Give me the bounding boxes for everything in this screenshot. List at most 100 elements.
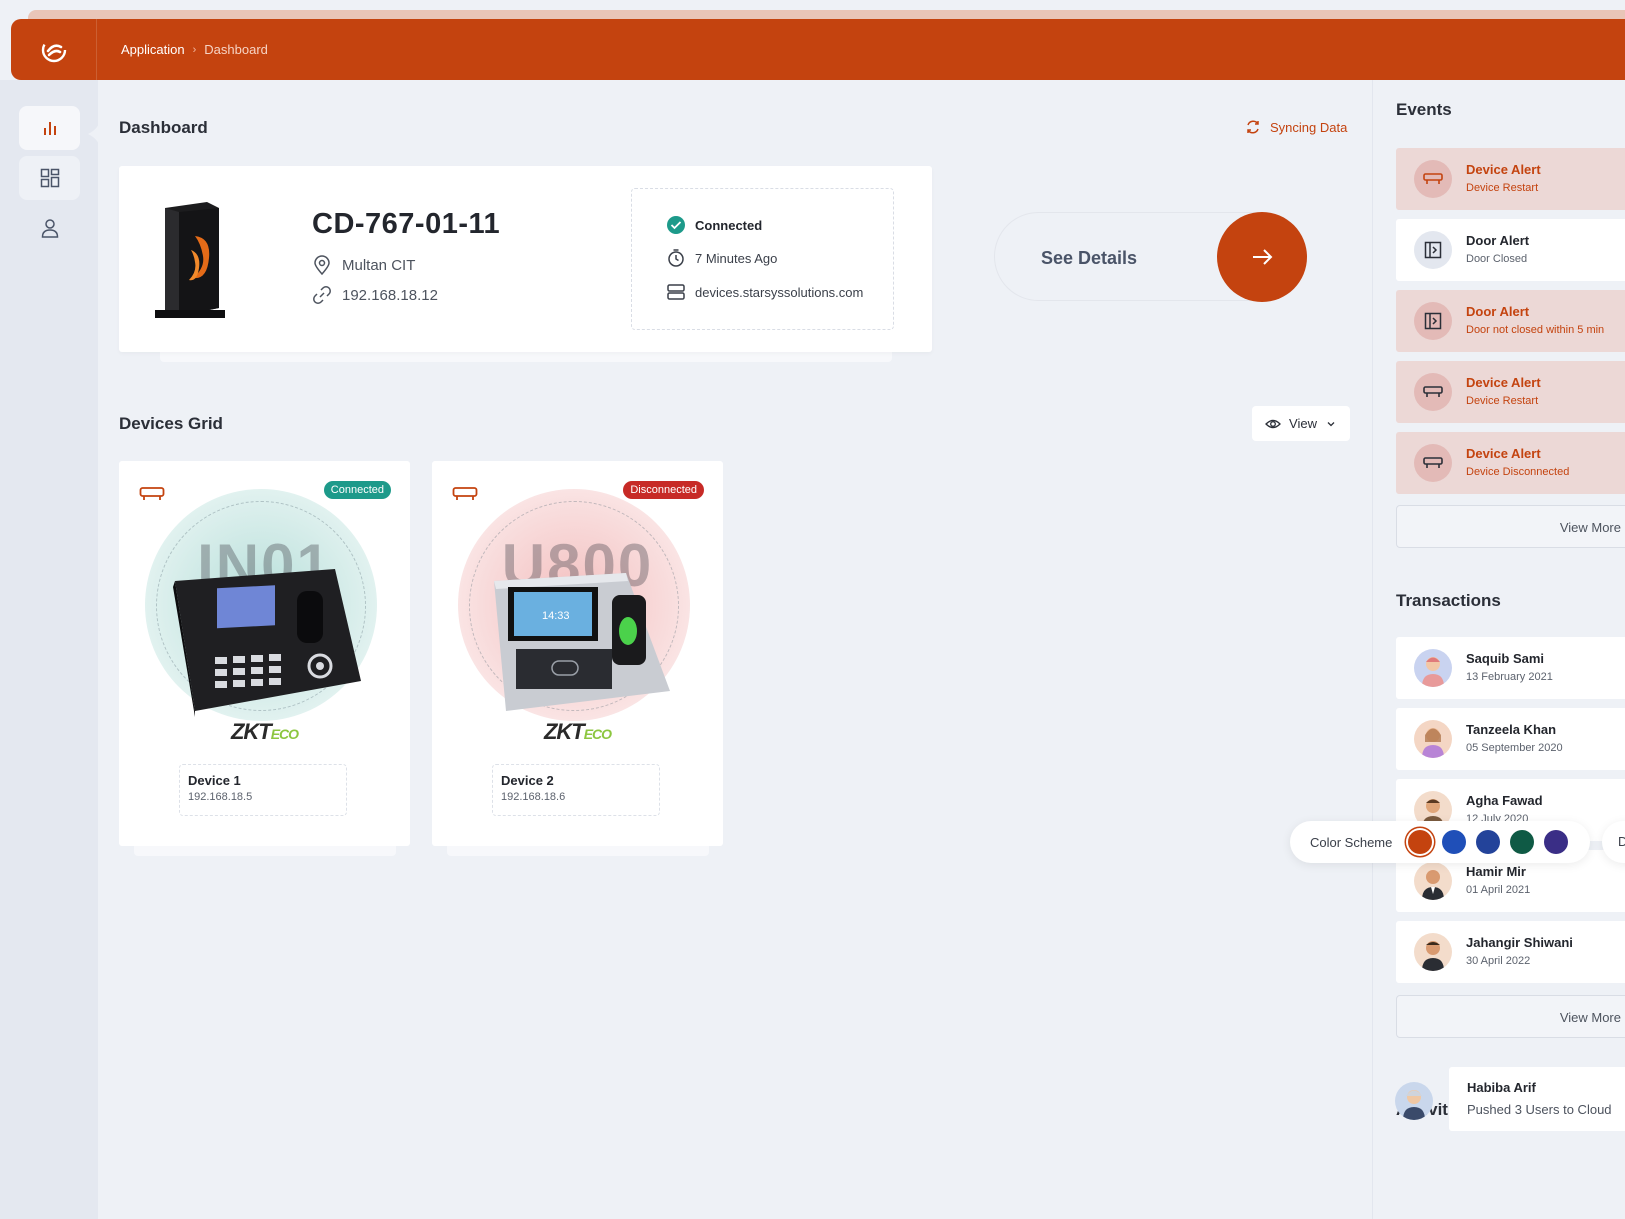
terminal-image	[165, 561, 365, 721]
top-bar: Application › Dashboard	[11, 19, 1625, 80]
avatar	[1395, 1082, 1433, 1120]
color-swatch-indigo[interactable]	[1544, 830, 1568, 854]
device-ip-label: 192.168.18.12	[342, 287, 438, 304]
server-icon	[666, 282, 686, 302]
event-title: Device Alert	[1466, 375, 1541, 390]
link-icon	[312, 285, 332, 305]
transaction-date: 01 April 2021	[1466, 884, 1530, 896]
event-subtitle: Device Restart	[1466, 182, 1538, 194]
brand-suffix: ECO	[584, 726, 611, 742]
color-swatch-blue[interactable]	[1442, 830, 1466, 854]
eye-icon	[1265, 416, 1281, 432]
activity-item[interactable]: Habiba Arif Pushed 3 Users to Cloud	[1449, 1067, 1625, 1131]
transactions-view-more-button[interactable]: View More	[1396, 995, 1625, 1038]
event-title: Door Alert	[1466, 304, 1529, 319]
device-card-shadow	[160, 352, 892, 362]
event-title: Device Alert	[1466, 446, 1541, 461]
event-item[interactable]: Device Alert Device Restart	[1396, 148, 1625, 210]
view-more-label: View More	[1560, 520, 1621, 535]
tile-shadow	[447, 846, 709, 856]
brand-suffix: ECO	[271, 726, 298, 742]
device-icon	[1414, 373, 1452, 411]
event-subtitle: Device Restart	[1466, 395, 1538, 407]
event-subtitle: Device Disconnected	[1466, 466, 1569, 478]
sidebar-item-grid[interactable]	[19, 156, 80, 200]
avatar	[1414, 720, 1452, 758]
brand-name: ZKT	[231, 719, 271, 744]
transaction-date: 30 April 2022	[1466, 955, 1530, 967]
status-badge: Connected	[324, 481, 391, 499]
bar-chart-icon	[41, 119, 59, 137]
user-icon	[41, 218, 59, 238]
events-view-more-button[interactable]: View More	[1396, 505, 1625, 548]
event-subtitle: Door Closed	[1466, 253, 1527, 265]
device-ip: 192.168.18.5	[188, 791, 338, 803]
device-ip: 192.168.18.12	[312, 285, 438, 305]
device-summary-card: CD-767-01-11 Multan CIT 192.168.18.12 Co…	[119, 166, 932, 352]
event-subtitle: Door not closed within 5 min	[1466, 324, 1604, 336]
extra-toggle-label: D	[1618, 834, 1625, 849]
device-image	[151, 198, 233, 324]
event-item[interactable]: Door Alert Door Closed	[1396, 219, 1625, 281]
brand-logo: ZKTECO	[432, 719, 723, 745]
right-panel: Events Device Alert Device Restart Door …	[1372, 80, 1625, 1219]
event-title: Device Alert	[1466, 162, 1541, 177]
device-icon	[1414, 444, 1452, 482]
device-icon	[139, 486, 165, 502]
color-scheme-label: Color Scheme	[1310, 835, 1392, 850]
event-item[interactable]: Door Alert Door not closed within 5 min	[1396, 290, 1625, 352]
color-swatch-green[interactable]	[1510, 830, 1534, 854]
sidebar-item-users[interactable]	[19, 206, 80, 250]
device-status-box: Connected 7 Minutes Ago devices.starsyss…	[631, 188, 894, 330]
view-dropdown[interactable]: View	[1252, 406, 1350, 441]
device-ip: 192.168.18.6	[501, 791, 651, 803]
event-item[interactable]: Device Alert Device Restart	[1396, 361, 1625, 423]
transaction-name: Saquib Sami	[1466, 651, 1544, 666]
device-name: Device 1	[188, 773, 338, 788]
brand-name: ZKT	[544, 719, 584, 744]
chevron-right-icon: ›	[193, 44, 197, 56]
connection-status-label: Connected	[695, 218, 762, 233]
color-swatch-navy[interactable]	[1476, 830, 1500, 854]
device-id: CD-767-01-11	[312, 208, 500, 241]
transaction-item[interactable]: Jahangir Shiwani 30 April 2022	[1396, 921, 1625, 983]
device-info-box: Device 2 192.168.18.6	[492, 764, 660, 816]
avatar	[1414, 649, 1452, 687]
door-icon	[1414, 231, 1452, 269]
transaction-item[interactable]: Tanzeela Khan 05 September 2020	[1396, 708, 1625, 770]
timer-icon	[666, 248, 686, 268]
device-info-box: Device 1 192.168.18.5	[179, 764, 347, 816]
event-item[interactable]: Device Alert Device Disconnected	[1396, 432, 1625, 494]
avatar	[1414, 862, 1452, 900]
grid-icon	[40, 168, 60, 188]
breadcrumb-dashboard: Dashboard	[204, 42, 268, 57]
device-tile[interactable]: IN01 ZKTECO Connected Device 1 192.168.1…	[119, 461, 410, 846]
device-tile[interactable]: U800 14:33 ZKTECO Disconnected Device 2 …	[432, 461, 723, 846]
breadcrumb: Application › Dashboard	[121, 42, 268, 57]
see-details-button[interactable]: See Details	[994, 212, 1307, 301]
activity-description: Pushed 3 Users to Cloud	[1467, 1102, 1612, 1117]
activity-name: Habiba Arif	[1467, 1080, 1536, 1095]
status-badge: Disconnected	[623, 481, 704, 499]
sidebar-item-analytics[interactable]	[19, 106, 80, 150]
device-host: devices.starsyssolutions.com	[666, 282, 863, 302]
view-more-label: View More	[1560, 1010, 1621, 1025]
app-logo-icon[interactable]	[11, 19, 97, 80]
devices-grid-title: Devices Grid	[119, 414, 223, 434]
avatar	[1414, 933, 1452, 971]
see-details-label: See Details	[1041, 248, 1137, 269]
breadcrumb-application[interactable]: Application	[121, 42, 185, 57]
arrow-right-icon[interactable]	[1217, 212, 1307, 302]
chevron-down-icon	[1325, 418, 1337, 430]
transaction-item[interactable]: Saquib Sami 13 February 2021	[1396, 637, 1625, 699]
brand-logo: ZKTECO	[119, 719, 410, 745]
color-scheme-picker: Color Scheme	[1290, 821, 1590, 863]
sidebar	[0, 80, 98, 1219]
events-title: Events	[1396, 100, 1452, 120]
last-seen: 7 Minutes Ago	[666, 248, 777, 268]
transaction-date: 05 September 2020	[1466, 742, 1563, 754]
transaction-name: Jahangir Shiwani	[1466, 935, 1573, 950]
color-swatch-orange[interactable]	[1408, 830, 1432, 854]
terminal-image: 14:33	[476, 561, 676, 721]
sync-status[interactable]: Syncing Data	[1245, 119, 1347, 135]
